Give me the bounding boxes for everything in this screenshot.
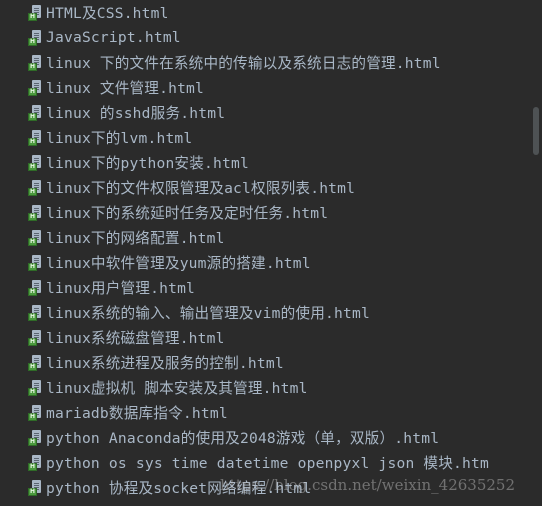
html-file-icon: H xyxy=(28,54,42,71)
file-name: linux下的网络配置.html xyxy=(46,230,225,247)
file-item[interactable]: Hlinux用户管理.html xyxy=(0,275,530,300)
html-file-icon: H xyxy=(28,154,42,171)
file-item[interactable]: Hlinux系统进程及服务的控制.html xyxy=(0,350,530,375)
file-name: linux用户管理.html xyxy=(46,280,196,297)
html-file-icon: H xyxy=(28,304,42,321)
file-name: linux 文件管理.html xyxy=(46,80,205,97)
file-item[interactable]: Hpython os sys time datetime openpyxl js… xyxy=(0,450,530,475)
file-item[interactable]: Hpython Anaconda的使用及2048游戏（单，双版）.html xyxy=(0,425,530,450)
file-item[interactable]: H JavaScript.html xyxy=(0,25,530,50)
file-item[interactable]: Hlinux 文件管理.html xyxy=(0,75,530,100)
file-name: linux下的文件权限管理及acl权限列表.html xyxy=(46,180,356,197)
html-file-icon: H xyxy=(28,379,42,396)
html-file-icon: H xyxy=(28,79,42,96)
html-file-icon: H xyxy=(28,479,42,496)
file-name: linux下的python安装.html xyxy=(46,155,249,172)
file-item[interactable]: Hlinux系统的输入、输出管理及vim的使用.html xyxy=(0,300,530,325)
html-file-icon: H xyxy=(28,204,42,221)
file-item[interactable]: Hlinux下的系统延时任务及定时任务.html xyxy=(0,200,530,225)
file-item[interactable]: Hlinux中软件管理及yum源的搭建.html xyxy=(0,250,530,275)
file-name: linux 的sshd服务.html xyxy=(46,105,226,122)
file-name: linux系统的输入、输出管理及vim的使用.html xyxy=(46,305,370,322)
html-file-icon: H xyxy=(28,179,42,196)
file-name: linux虚拟机 脚本安装及其管理.html xyxy=(46,380,308,397)
file-item[interactable]: Hlinux下的python安装.html xyxy=(0,150,530,175)
html-file-icon: H xyxy=(28,454,42,471)
file-item[interactable]: Hmariadb数据库指令.html xyxy=(0,400,530,425)
html-file-icon: H xyxy=(28,279,42,296)
file-item[interactable]: Hlinux下的文件权限管理及acl权限列表.html xyxy=(0,175,530,200)
html-file-icon: H xyxy=(28,354,42,371)
file-item[interactable]: H HTML及CSS.html xyxy=(0,0,530,25)
html-file-icon: H xyxy=(28,429,42,446)
file-item[interactable]: Hlinux系统磁盘管理.html xyxy=(0,325,530,350)
file-item[interactable]: Hpython 协程及socket网络编程.html xyxy=(0,475,530,500)
file-item[interactable]: Hlinux下的lvm.html xyxy=(0,125,530,150)
html-file-icon: H xyxy=(28,4,42,21)
file-item[interactable]: Hlinux虚拟机 脚本安装及其管理.html xyxy=(0,375,530,400)
file-name: linux系统进程及服务的控制.html xyxy=(46,355,284,372)
html-file-icon: H xyxy=(28,129,42,146)
html-file-icon: H xyxy=(28,404,42,421)
file-name: HTML及CSS.html xyxy=(46,5,169,22)
file-item[interactable]: Hlinux 的sshd服务.html xyxy=(0,100,530,125)
file-item[interactable]: Hlinux 下的文件在系统中的传输以及系统日志的管理.html xyxy=(0,50,530,75)
file-name: linux下的lvm.html xyxy=(46,130,193,147)
file-item[interactable]: Hlinux下的网络配置.html xyxy=(0,225,530,250)
html-file-icon: H xyxy=(28,29,42,46)
html-file-icon: H xyxy=(28,254,42,271)
file-name: python 协程及socket网络编程.html xyxy=(46,480,312,497)
file-name: linux系统磁盘管理.html xyxy=(46,330,225,347)
html-file-icon: H xyxy=(28,104,42,121)
file-name: linux 下的文件在系统中的传输以及系统日志的管理.html xyxy=(46,55,441,72)
file-name: mariadb数据库指令.html xyxy=(46,405,228,422)
file-name: python os sys time datetime openpyxl jso… xyxy=(46,455,489,472)
file-name: JavaScript.html xyxy=(46,29,181,46)
html-file-icon: H xyxy=(28,329,42,346)
file-name: linux中软件管理及yum源的搭建.html xyxy=(46,255,311,272)
scrollbar-thumb[interactable] xyxy=(533,107,539,155)
file-name: linux下的系统延时任务及定时任务.html xyxy=(46,205,329,222)
file-list: H HTML及CSS.html H JavaScript.html Hlinux 下的文… xyxy=(0,0,530,506)
html-file-icon: H xyxy=(28,229,42,246)
vertical-scrollbar[interactable] xyxy=(530,0,542,506)
file-name: python Anaconda的使用及2048游戏（单，双版）.html xyxy=(46,430,440,447)
